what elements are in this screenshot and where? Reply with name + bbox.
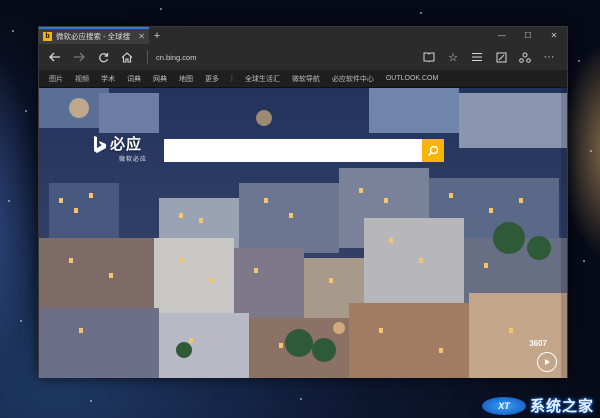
star	[160, 8, 162, 10]
bing-b-icon	[94, 135, 106, 153]
watermark: XT 系统之家	[481, 395, 594, 416]
link-global-life[interactable]: 全球生活汇	[245, 74, 280, 84]
address-bar[interactable]: cn.bing.com	[147, 50, 412, 64]
back-icon[interactable]	[43, 46, 67, 68]
bing-logo-text: 必应	[110, 136, 143, 153]
maximize-icon[interactable]: ☐	[515, 27, 541, 44]
link-more[interactable]: 更多	[205, 74, 219, 84]
star	[90, 400, 92, 402]
star	[590, 150, 592, 152]
refresh-icon[interactable]	[91, 46, 115, 68]
window-controls: — ☐ ✕	[489, 27, 567, 44]
bing-favicon-icon: b	[43, 32, 52, 41]
image-counter: 3607	[529, 339, 547, 348]
favorites-link-bar: 图片 视频 学术 词典 网典 地图 更多 | 全球生活汇 微软导航 必应软件中心…	[39, 70, 567, 88]
star	[578, 60, 580, 62]
star	[583, 260, 585, 262]
page-viewport: 必应 微软必应 3607	[39, 88, 567, 378]
star	[8, 200, 10, 202]
page-scrollbar[interactable]	[561, 88, 567, 378]
link-separator: |	[231, 75, 233, 82]
more-icon[interactable]: ···	[537, 46, 561, 68]
bing-subtitle: 微软必应	[119, 157, 148, 163]
link-images[interactable]: 图片	[49, 74, 63, 84]
navigation-bar: cn.bing.com ☆ ···	[39, 44, 567, 70]
desktop-glow-left	[0, 40, 40, 380]
link-map[interactable]: 地图	[179, 74, 193, 84]
watermark-text: 系统之家	[529, 398, 594, 415]
play-icon[interactable]	[537, 352, 557, 372]
browser-window: b 微软必应搜索 - 全球搜 ✕ + — ☐ ✕ cn.bing.com ☆ ·…	[38, 26, 568, 378]
search-input[interactable]	[164, 139, 422, 162]
background-photo	[39, 88, 567, 378]
star	[420, 12, 422, 14]
link-academic[interactable]: 学术	[101, 74, 115, 84]
close-window-icon[interactable]: ✕	[541, 27, 567, 44]
close-tab-icon[interactable]: ✕	[138, 32, 145, 41]
link-ms-nav[interactable]: 微软导航	[292, 74, 320, 84]
minimize-icon[interactable]: —	[489, 27, 515, 44]
star	[300, 398, 302, 400]
home-icon[interactable]	[115, 46, 139, 68]
search-icon	[427, 145, 439, 156]
tab-title: 微软必应搜索 - 全球搜	[56, 32, 131, 41]
reading-view-icon[interactable]	[417, 46, 441, 68]
link-dictionary[interactable]: 词典	[127, 74, 141, 84]
link-webdict[interactable]: 网典	[153, 74, 167, 84]
link-software-center[interactable]: 必应软件中心	[332, 74, 374, 84]
favorite-star-icon[interactable]: ☆	[441, 46, 465, 68]
link-outlook[interactable]: OUTLOOK.COM	[386, 75, 439, 82]
new-tab-button[interactable]: +	[149, 27, 165, 44]
forward-icon[interactable]	[67, 46, 91, 68]
bing-logo: 必应	[93, 133, 142, 154]
title-bar: b 微软必应搜索 - 全球搜 ✕ + — ☐ ✕	[39, 27, 567, 44]
share-icon[interactable]	[513, 46, 537, 68]
hub-icon[interactable]	[465, 46, 489, 68]
search-button[interactable]	[422, 139, 444, 162]
watermark-logo: XT	[481, 396, 526, 415]
navbar-right-tools: ☆ ···	[417, 46, 561, 68]
web-note-icon[interactable]	[489, 46, 513, 68]
browser-tab[interactable]: b 微软必应搜索 - 全球搜 ✕	[39, 27, 149, 44]
star	[12, 30, 14, 32]
link-video[interactable]: 视频	[75, 74, 89, 84]
address-url: cn.bing.com	[156, 52, 197, 62]
star	[25, 110, 27, 112]
search-box	[164, 139, 444, 162]
star	[20, 320, 22, 322]
